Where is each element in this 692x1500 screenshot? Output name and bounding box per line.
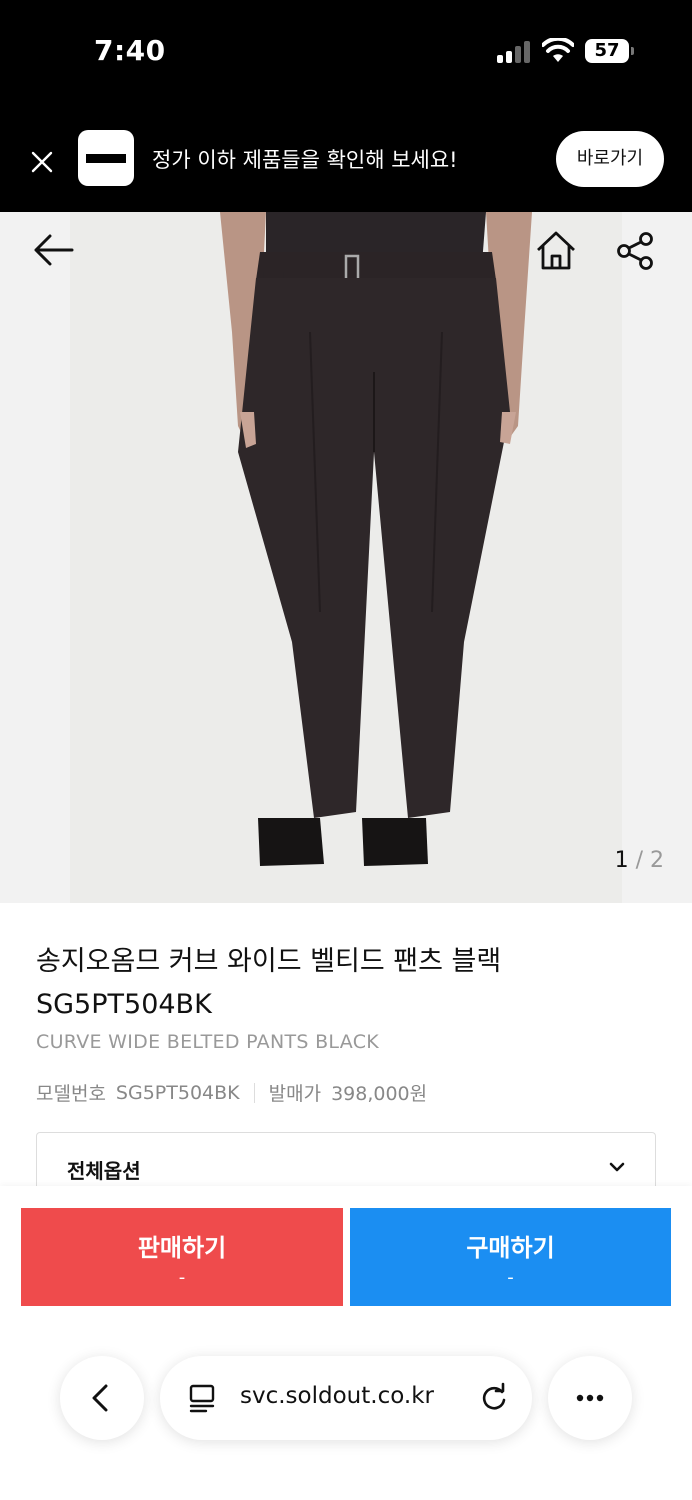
- browser-toolbar: svc.soldout.co.kr: [0, 1322, 692, 1500]
- meta-divider: [253, 1082, 255, 1103]
- sell-button-price: -: [178, 1267, 186, 1288]
- promo-text: 정가 이하 제품들을 확인해 보세요!: [152, 148, 458, 172]
- image-counter-current: 1: [614, 848, 629, 873]
- battery-icon: 57: [585, 39, 629, 63]
- status-bar: 7:40 57: [0, 0, 692, 110]
- buy-button-label: 구매하기: [466, 1234, 555, 1262]
- chevron-left-icon: [92, 1384, 108, 1412]
- product-name-en: CURVE WIDE BELTED PANTS BLACK: [36, 1031, 380, 1053]
- pants-illustration: [220, 212, 532, 866]
- buy-button[interactable]: 구매하기 -: [350, 1208, 671, 1306]
- chevron-down-icon: [609, 1162, 625, 1172]
- promo-go-button[interactable]: 바로가기: [556, 131, 664, 187]
- back-arrow-icon[interactable]: [32, 232, 76, 268]
- product-photo: [70, 212, 622, 903]
- image-counter-separator: /: [628, 848, 650, 873]
- product-title: 송지오옴므 커브 와이드 벨티드 팬츠 블랙 SG5PT504BK: [36, 940, 656, 1026]
- wifi-icon: [542, 38, 574, 62]
- app-logo: [78, 130, 134, 186]
- product-name-code: SG5PT504BK: [36, 989, 212, 1020]
- action-bar: 판매하기 - 구매하기 -: [0, 1186, 692, 1322]
- url-text: svc.soldout.co.kr: [240, 1383, 434, 1409]
- release-price-label: 발매가: [268, 1083, 322, 1105]
- promo-banner: 정가 이하 제품들을 확인해 보세요! 바로가기: [0, 110, 692, 212]
- address-bar[interactable]: svc.soldout.co.kr: [160, 1356, 532, 1440]
- reload-icon[interactable]: [478, 1382, 510, 1414]
- more-dots-icon: [576, 1394, 604, 1402]
- model-number-label: 모델번호: [36, 1083, 106, 1105]
- release-price-value: 398,000원: [331, 1083, 428, 1105]
- browser-back-button[interactable]: [60, 1356, 144, 1440]
- product-meta: 모델번호 SG5PT504BK 발매가 398,000원: [36, 1079, 427, 1106]
- sell-button[interactable]: 판매하기 -: [21, 1208, 343, 1306]
- battery-tip: [631, 47, 634, 55]
- buy-button-price: -: [507, 1267, 514, 1288]
- options-label: 전체옵션: [67, 1159, 141, 1183]
- browser-more-button[interactable]: [548, 1356, 632, 1440]
- product-image-gallery[interactable]: 1 / 2: [0, 212, 692, 903]
- status-time: 7:40: [94, 34, 166, 67]
- home-icon[interactable]: [534, 228, 578, 272]
- image-counter: 1 / 2: [615, 848, 664, 873]
- image-counter-total: 2: [650, 848, 664, 873]
- model-number-value: SG5PT504BK: [115, 1081, 240, 1104]
- sell-button-label: 판매하기: [137, 1234, 227, 1262]
- product-name-ko: 송지오옴므 커브 와이드 벨티드 팬츠 블랙: [36, 946, 502, 977]
- close-icon[interactable]: [28, 148, 56, 176]
- cellular-signal-icon: [497, 41, 533, 63]
- page-menu-icon[interactable]: [186, 1382, 218, 1414]
- share-icon[interactable]: [614, 230, 658, 274]
